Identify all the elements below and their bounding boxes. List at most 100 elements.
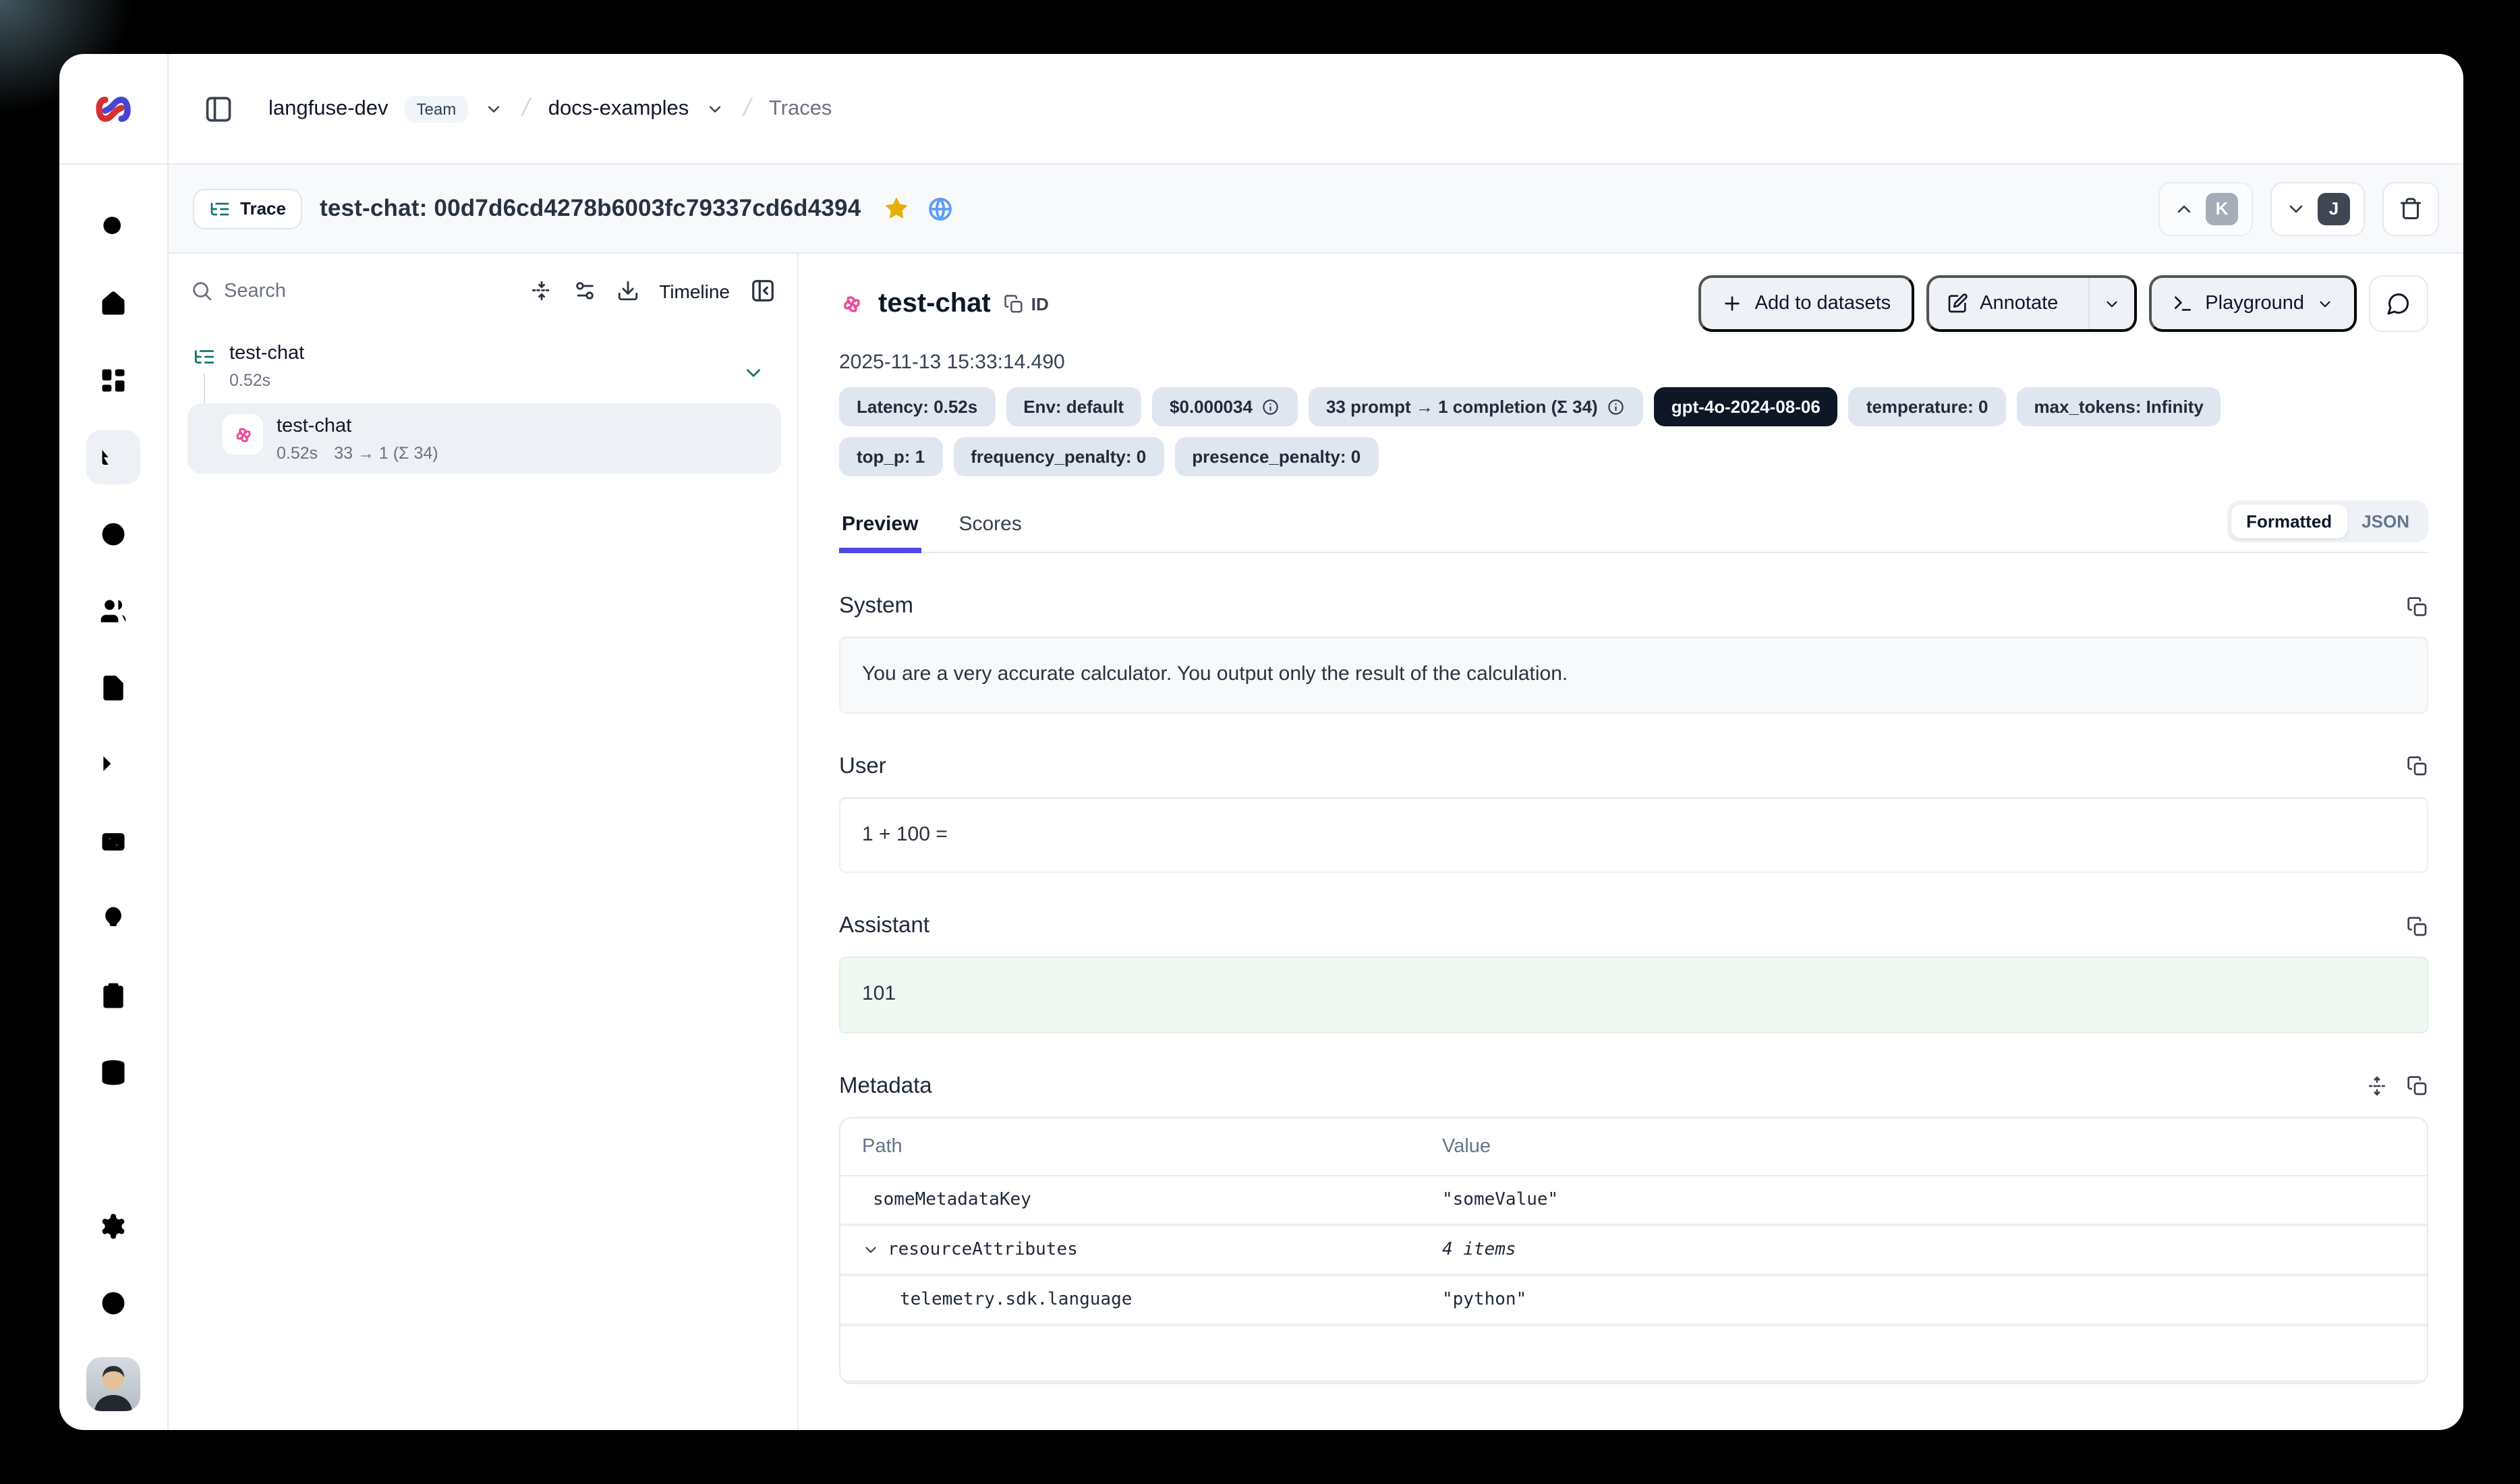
view-options-icon[interactable] — [573, 279, 596, 302]
nav-dashboards-icon[interactable] — [86, 353, 140, 407]
logo-cell[interactable] — [59, 54, 169, 163]
add-to-datasets-button[interactable]: Add to datasets — [1698, 275, 1914, 332]
chevron-down-icon[interactable] — [862, 1240, 880, 1258]
copy-icon[interactable] — [2407, 596, 2428, 617]
copy-icon[interactable] — [2407, 1075, 2428, 1097]
expand-rows-icon[interactable] — [2366, 1075, 2388, 1097]
project-name[interactable]: docs-examples — [548, 96, 689, 121]
observation-tree: test-chat 0.52s — [188, 339, 781, 474]
copy-id-icon[interactable] — [1004, 293, 1025, 314]
latency-badge: Latency: 0.52s — [839, 387, 995, 426]
comments-button[interactable] — [2369, 275, 2428, 332]
collapse-node-chevron-icon[interactable] — [742, 362, 765, 384]
observation-title: test-chat — [878, 288, 991, 319]
copy-icon[interactable] — [2407, 915, 2428, 937]
metadata-section-header: Metadata — [839, 1073, 2428, 1099]
breadcrumb-separator: / — [740, 94, 753, 123]
nav-datasets-icon[interactable] — [86, 1046, 140, 1100]
chevron-up-icon — [2173, 198, 2195, 219]
breadcrumb: langfuse-dev Team / docs-examples / Trac… — [169, 54, 2463, 163]
assistant-section-header: Assistant — [839, 913, 2428, 939]
frequency-penalty-badge: frequency_penalty: 0 — [953, 437, 1164, 476]
nav-users-icon[interactable] — [86, 584, 140, 638]
trace-title: test-chat: 00d7d6cd4278b6003fc79337cd6d4… — [320, 194, 861, 223]
nav-prompts-icon[interactable] — [86, 661, 140, 715]
metadata-key: resourceAttributes — [840, 1226, 1421, 1273]
metadata-heading: Metadata — [839, 1073, 932, 1099]
tab-scores[interactable]: Scores — [956, 505, 1024, 552]
top-header: langfuse-dev Team / docs-examples / Trac… — [59, 54, 2463, 165]
tree-child-row-selected[interactable]: test-chat 0.52s 33 → 1 (Σ 34) — [188, 403, 781, 474]
root-node-name: test-chat — [229, 343, 304, 364]
prev-key-badge: K — [2206, 192, 2238, 225]
info-icon — [1262, 398, 1280, 416]
json-option[interactable]: JSON — [2347, 505, 2424, 538]
observation-badges: Latency: 0.52s Env: default $0.000034 33… — [839, 387, 2256, 476]
trash-icon — [2399, 196, 2423, 221]
nav-annotation-icon[interactable] — [86, 969, 140, 1023]
public-globe-icon[interactable] — [927, 195, 954, 222]
path-column-header: Path — [840, 1118, 1421, 1174]
annotate-split-button[interactable]: Annotate — [1926, 275, 2136, 332]
user-avatar[interactable] — [86, 1357, 140, 1411]
tree-search-input[interactable] — [224, 280, 386, 302]
org-name[interactable]: langfuse-dev — [268, 96, 389, 121]
comment-bubble-icon — [2386, 291, 2411, 316]
annotate-dropdown[interactable] — [2088, 278, 2134, 329]
system-heading: System — [839, 594, 913, 619]
id-label[interactable]: ID — [1031, 293, 1049, 314]
observation-timestamp: 2025-11-13 15:33:14.490 — [839, 351, 2428, 374]
prev-trace-button[interactable]: K — [2158, 181, 2253, 235]
annotate-button[interactable]: Annotate — [1928, 278, 2075, 329]
formatted-option[interactable]: Formatted — [2231, 505, 2347, 538]
bookmark-star-icon[interactable] — [884, 196, 909, 221]
org-plan-badge: Team — [405, 95, 469, 122]
nav-tracing-icon[interactable] — [86, 430, 140, 484]
breadcrumb-separator: / — [519, 94, 533, 123]
sidebar-toggle-icon[interactable] — [204, 94, 233, 123]
temperature-badge: temperature: 0 — [1849, 387, 2006, 426]
org-chevron-down-icon[interactable] — [484, 99, 503, 118]
section-name[interactable]: Traces — [769, 96, 832, 121]
nav-support-icon[interactable] — [86, 1276, 140, 1330]
trace-type-label: Trace — [240, 198, 286, 219]
download-icon[interactable] — [616, 279, 639, 302]
delete-trace-button[interactable] — [2382, 181, 2439, 235]
nav-evaluation-icon[interactable] — [86, 815, 140, 869]
nav-home-icon[interactable] — [86, 277, 140, 331]
nav-search-icon[interactable] — [86, 200, 140, 254]
presence-penalty-badge: presence_penalty: 0 — [1174, 437, 1378, 476]
nav-playground-icon[interactable] — [86, 738, 140, 792]
chevron-down-icon — [2316, 295, 2334, 312]
nav-llm-judge-icon[interactable] — [86, 892, 140, 946]
tree-search[interactable] — [190, 279, 509, 302]
env-badge: Env: default — [1006, 387, 1141, 426]
desktop-background: langfuse-dev Team / docs-examples / Trac… — [0, 0, 2520, 1484]
trace-title-bar: Trace test-chat: 00d7d6cd4278b6003fc7933… — [169, 165, 2463, 254]
project-chevron-down-icon[interactable] — [705, 99, 724, 118]
info-icon — [1607, 398, 1626, 416]
value-column-header: Value — [1421, 1118, 2427, 1174]
nav-settings-icon[interactable] — [86, 1199, 140, 1253]
metadata-key: someMetadataKey — [840, 1176, 1421, 1223]
cost-badge[interactable]: $0.000034 — [1152, 387, 1298, 426]
square-pen-icon — [1946, 293, 1968, 314]
tokens-badge[interactable]: 33 prompt → 1 completion (Σ 34) — [1309, 387, 1643, 426]
root-node-duration: 0.52s — [229, 371, 270, 390]
metadata-row[interactable]: resourceAttributes 4 items — [840, 1226, 2427, 1276]
tab-preview[interactable]: Preview — [839, 505, 921, 552]
metadata-value: "someValue" — [1421, 1176, 2427, 1223]
next-trace-button[interactable]: J — [2270, 181, 2365, 235]
observation-detail-panel: test-chat ID Add to datasets — [799, 254, 2463, 1430]
nav-sessions-icon[interactable] — [86, 507, 140, 561]
model-badge[interactable]: gpt-4o-2024-08-06 — [1654, 387, 1838, 426]
metadata-value: 4 items — [1421, 1226, 2427, 1273]
playground-button[interactable]: Playground — [2148, 275, 2357, 332]
collapse-all-icon[interactable] — [529, 279, 552, 302]
timeline-toggle[interactable]: Timeline — [659, 280, 730, 302]
tree-root-row[interactable]: test-chat 0.52s — [188, 339, 781, 393]
copy-icon[interactable] — [2407, 755, 2428, 777]
top-p-badge: top_p: 1 — [839, 437, 942, 476]
collapse-panel-icon[interactable] — [750, 278, 776, 304]
detail-header: test-chat ID Add to datasets — [839, 275, 2428, 332]
